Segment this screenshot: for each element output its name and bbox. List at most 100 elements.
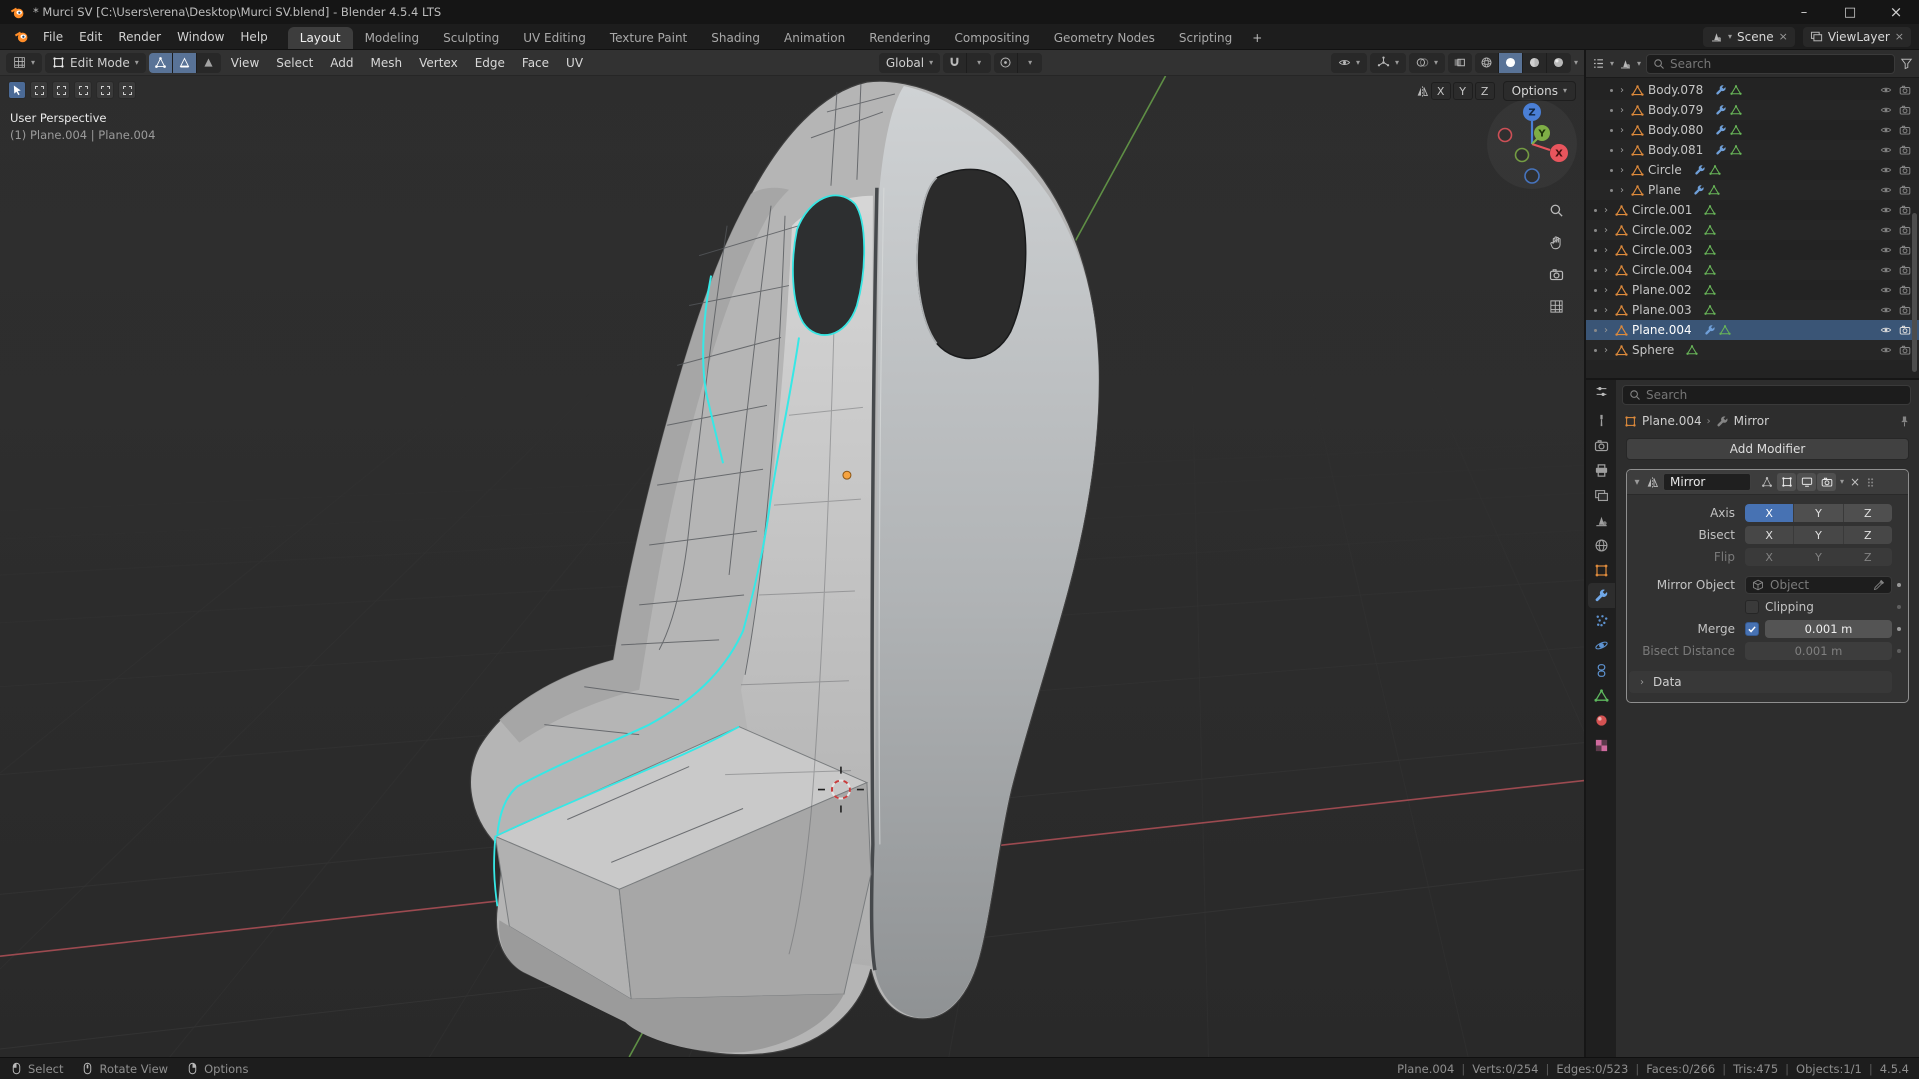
hide-viewport-icon[interactable] xyxy=(1880,304,1892,316)
tab-object[interactable] xyxy=(1588,558,1615,583)
disclosure-icon[interactable]: › xyxy=(1601,305,1611,316)
workspace-tab-geometry-nodes[interactable]: Geometry Nodes xyxy=(1042,27,1167,49)
outliner-scrollbar[interactable] xyxy=(1912,213,1917,372)
tab-world[interactable] xyxy=(1588,533,1615,558)
add-workspace-button[interactable]: + xyxy=(1244,27,1270,49)
snap-settings-dropdown[interactable]: ▾ xyxy=(967,52,992,73)
menu-view[interactable]: View xyxy=(224,53,266,73)
mode-dropdown[interactable]: Edit Mode ▾ xyxy=(45,52,146,73)
disclosure-icon[interactable]: › xyxy=(1617,185,1627,196)
animate-dot[interactable] xyxy=(1897,605,1901,609)
disclosure-icon[interactable]: › xyxy=(1601,225,1611,236)
minimize-button[interactable]: – xyxy=(1781,0,1827,24)
outliner-row[interactable]: › Circle.001 xyxy=(1586,200,1919,220)
hide-viewport-icon[interactable] xyxy=(1880,204,1892,216)
tab-object-data[interactable] xyxy=(1588,683,1615,708)
tab-constraints[interactable] xyxy=(1588,658,1615,683)
disclosure-icon[interactable]: › xyxy=(1601,245,1611,256)
hide-viewport-icon[interactable] xyxy=(1880,244,1892,256)
face-select-mode-button[interactable] xyxy=(196,52,221,73)
disable-render-icon[interactable] xyxy=(1899,124,1911,136)
delete-modifier-button[interactable]: × xyxy=(1850,475,1860,489)
disable-render-icon[interactable] xyxy=(1899,304,1911,316)
xray-toggle[interactable] xyxy=(1447,52,1472,73)
merge-threshold-field[interactable]: 0.001 m xyxy=(1765,620,1892,638)
menu-window[interactable]: Window xyxy=(169,24,232,49)
shading-settings-dropdown[interactable]: ▾ xyxy=(1574,58,1578,67)
outliner-row-active[interactable]: › Plane.004 xyxy=(1586,320,1919,340)
bisect-z-toggle[interactable]: Z xyxy=(1843,526,1892,544)
outliner-search-input[interactable] xyxy=(1670,56,1888,71)
hide-viewport-icon[interactable] xyxy=(1880,264,1892,276)
data-subpanel-header[interactable]: › Data xyxy=(1629,671,1892,693)
outliner-row[interactable]: › Plane.002 xyxy=(1586,280,1919,300)
outliner-row[interactable]: › Plane.003 xyxy=(1586,300,1919,320)
tab-material[interactable] xyxy=(1588,708,1615,733)
workspace-tab-animation[interactable]: Animation xyxy=(772,27,857,49)
modifier-name-field[interactable] xyxy=(1663,473,1751,491)
disable-render-icon[interactable] xyxy=(1899,344,1911,356)
clipping-checkbox[interactable] xyxy=(1745,600,1759,614)
display-edit-mode-toggle[interactable] xyxy=(1777,473,1796,491)
select-mode-invert-button[interactable] xyxy=(96,81,114,99)
axis-x-toggle[interactable]: X xyxy=(1745,504,1795,522)
tab-tool[interactable] xyxy=(1588,408,1615,433)
mirror-object-field[interactable]: Object xyxy=(1745,576,1892,594)
hide-viewport-icon[interactable] xyxy=(1880,344,1892,356)
menu-add[interactable]: Add xyxy=(323,53,360,73)
outliner-row[interactable]: › Sphere xyxy=(1586,340,1919,360)
display-realtime-toggle[interactable] xyxy=(1797,473,1816,491)
tab-render[interactable] xyxy=(1588,433,1615,458)
disclosure-icon[interactable]: › xyxy=(1617,125,1627,136)
menu-file[interactable]: File xyxy=(35,24,71,49)
disclosure-icon[interactable]: › xyxy=(1617,145,1627,156)
hide-viewport-icon[interactable] xyxy=(1880,324,1892,336)
disable-render-icon[interactable] xyxy=(1899,184,1911,196)
workspace-tab-compositing[interactable]: Compositing xyxy=(942,27,1041,49)
disable-render-icon[interactable] xyxy=(1899,164,1911,176)
object-visibility-dropdown[interactable]: ▾ xyxy=(1330,52,1367,73)
workspace-tab-modeling[interactable]: Modeling xyxy=(353,27,432,49)
outliner-row[interactable]: › Circle.004 xyxy=(1586,260,1919,280)
outliner-row[interactable]: › Body.081 xyxy=(1586,140,1919,160)
close-button[interactable]: × xyxy=(1873,0,1919,24)
disclosure-icon[interactable]: › xyxy=(1601,205,1611,216)
modifier-extras-dropdown[interactable]: ▾ xyxy=(1840,478,1844,486)
disclosure-icon[interactable]: › xyxy=(1617,85,1627,96)
disable-render-icon[interactable] xyxy=(1899,284,1911,296)
axis-y-toggle[interactable]: Y xyxy=(1794,504,1844,522)
workspace-tab-texture-paint[interactable]: Texture Paint xyxy=(598,27,699,49)
menu-face[interactable]: Face xyxy=(515,53,556,73)
bisect-x-toggle[interactable]: X xyxy=(1745,526,1795,544)
drag-handle-icon[interactable] xyxy=(1864,476,1877,489)
disable-render-icon[interactable] xyxy=(1899,224,1911,236)
outliner-row[interactable]: › Circle.002 xyxy=(1586,220,1919,240)
animate-dot[interactable] xyxy=(1897,583,1901,587)
proportional-edit-dropdown[interactable]: ▾ xyxy=(1018,52,1043,73)
hide-viewport-icon[interactable] xyxy=(1880,164,1892,176)
workspace-tab-shading[interactable]: Shading xyxy=(699,27,772,49)
y-axis-negative-handle[interactable] xyxy=(1514,147,1530,163)
outliner-row[interactable]: › Circle xyxy=(1586,160,1919,180)
add-modifier-button[interactable]: Add Modifier xyxy=(1626,438,1909,460)
disable-render-icon[interactable] xyxy=(1899,324,1911,336)
menu-edit[interactable]: Edit xyxy=(71,24,110,49)
workspace-tab-scripting[interactable]: Scripting xyxy=(1167,27,1244,49)
flip-z-toggle[interactable]: Z xyxy=(1843,548,1892,566)
hide-viewport-icon[interactable] xyxy=(1880,284,1892,296)
hide-viewport-icon[interactable] xyxy=(1880,184,1892,196)
tab-scene[interactable] xyxy=(1588,508,1615,533)
workspace-tab-sculpting[interactable]: Sculpting xyxy=(431,27,511,49)
disclosure-icon[interactable]: › xyxy=(1601,265,1611,276)
bisect-y-toggle[interactable]: Y xyxy=(1794,526,1844,544)
gizmos-dropdown[interactable]: ▾ xyxy=(1369,52,1406,73)
snap-toggle[interactable] xyxy=(943,52,968,73)
editor-type-button[interactable]: ▾ xyxy=(6,52,43,73)
select-box-tool-button[interactable] xyxy=(8,81,26,99)
breadcrumb-object[interactable]: Plane.004 xyxy=(1642,414,1702,428)
edge-select-mode-button[interactable] xyxy=(172,52,197,73)
material-shading-button[interactable] xyxy=(1522,52,1547,73)
orthographic-toggle-button[interactable] xyxy=(1544,294,1568,318)
animate-dot[interactable] xyxy=(1897,649,1901,653)
properties-search-input[interactable] xyxy=(1646,388,1904,402)
